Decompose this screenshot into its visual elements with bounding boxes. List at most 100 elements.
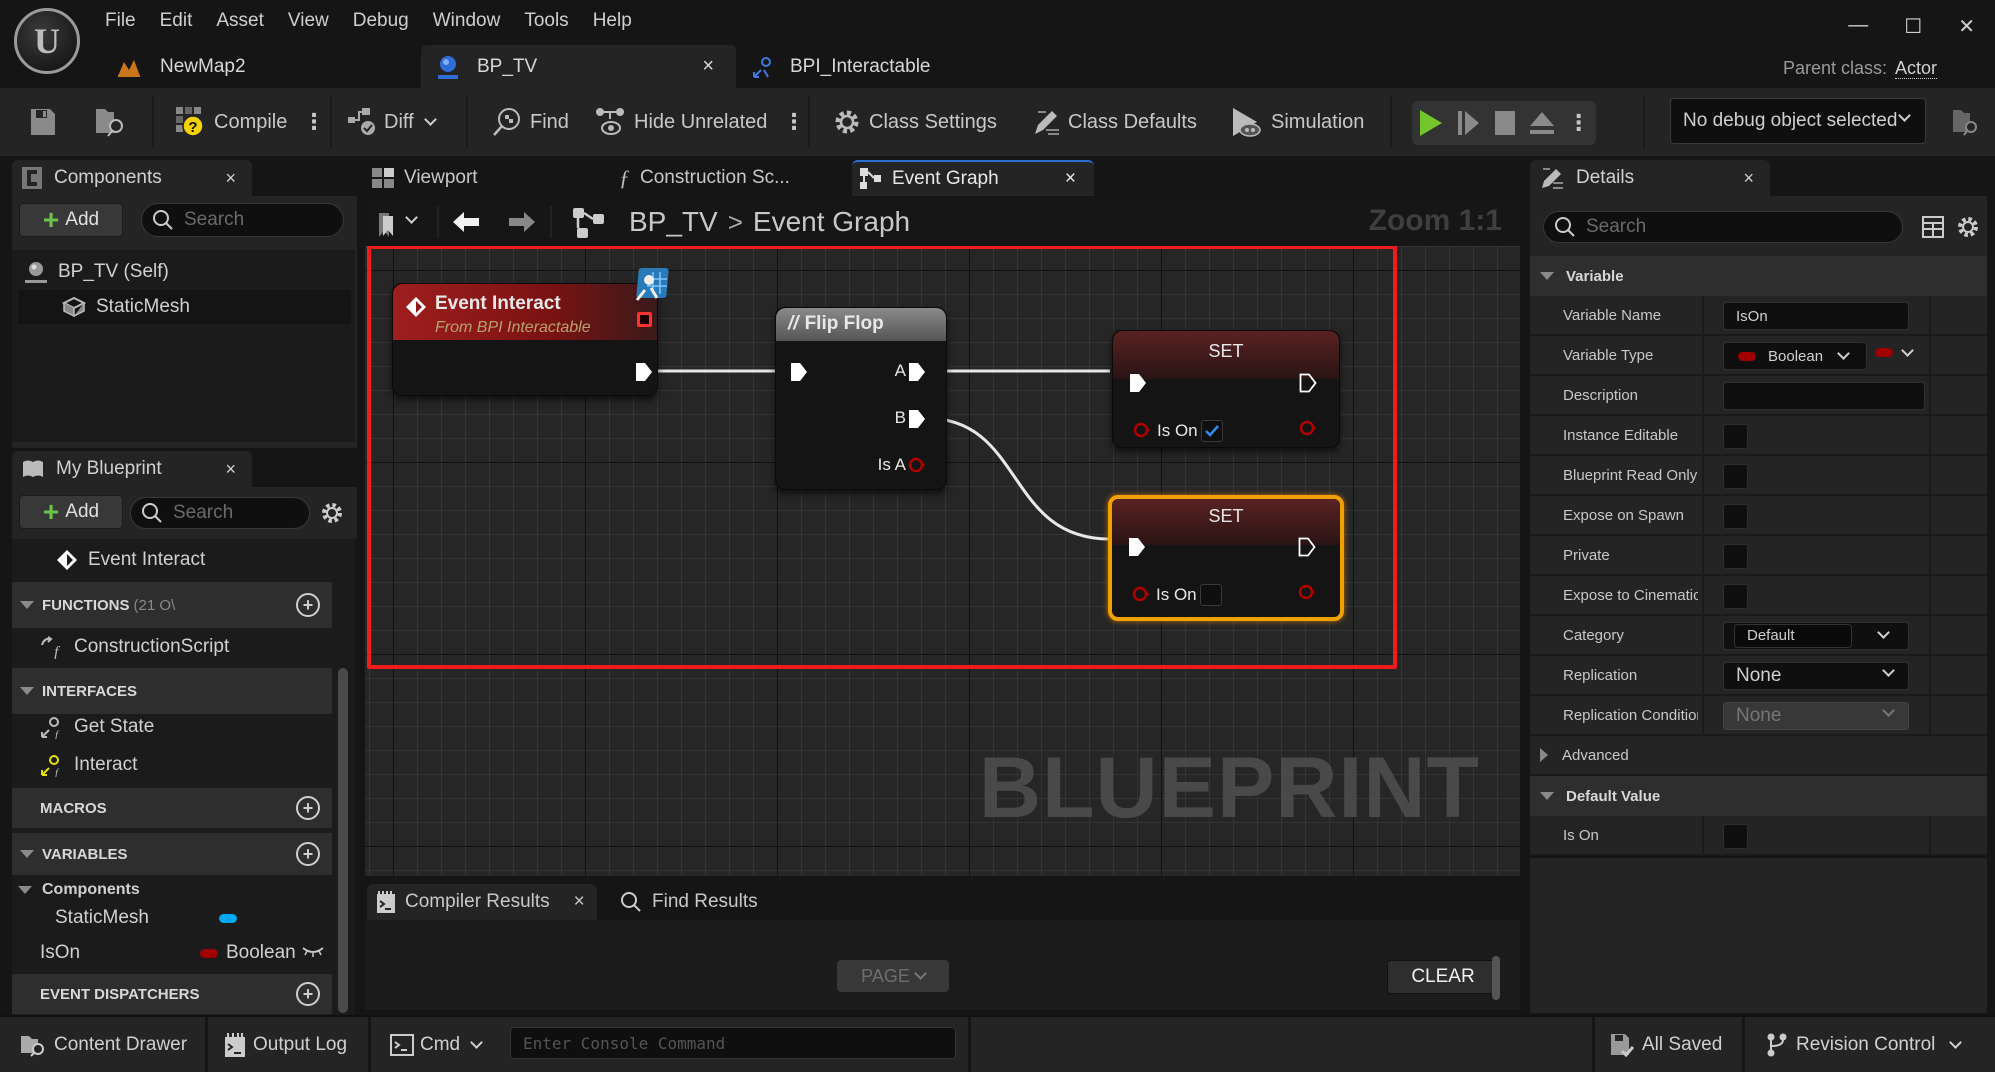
debug-object-select[interactable]: No debug object selected — [1670, 98, 1926, 144]
compiler-scrollbar[interactable] — [1492, 956, 1500, 1000]
interfaces-section[interactable]: INTERFACES — [12, 668, 332, 714]
compile-button[interactable]: ? Compile — [176, 88, 287, 156]
breadcrumb-root[interactable]: BP_TV — [629, 206, 718, 238]
clear-button[interactable]: CLEAR — [1387, 960, 1499, 994]
add-member-button[interactable]: + Add — [19, 495, 123, 529]
menu-edit[interactable]: Edit — [160, 10, 211, 32]
event-interact-item[interactable]: Event Interact — [56, 545, 205, 575]
add-event-dispatcher-button[interactable]: + — [296, 982, 320, 1006]
eject-icon[interactable] — [1529, 111, 1555, 135]
variable-type-select[interactable]: Boolean — [1723, 342, 1867, 370]
simulation-button[interactable]: Simulation — [1231, 88, 1364, 156]
my-blueprint-tab[interactable]: My Blueprint × — [12, 451, 252, 487]
doc-tab-bp-tv[interactable]: BP_TV × — [421, 45, 736, 88]
add-variable-button[interactable]: + — [296, 842, 320, 866]
components-search-input[interactable]: Search — [141, 203, 344, 237]
diff-button[interactable]: Diff — [348, 88, 437, 156]
interface-item-interact[interactable]: f Interact — [40, 750, 137, 780]
page-dropdown[interactable]: PAGE — [837, 960, 949, 992]
add-component-button[interactable]: + Add — [19, 203, 123, 237]
tab-compiler-results[interactable]: Compiler Results × — [367, 884, 597, 920]
stop-icon[interactable] — [1494, 110, 1516, 136]
back-arrow-icon[interactable] — [451, 210, 481, 234]
eye-closed-icon[interactable] — [302, 946, 324, 958]
find-button[interactable]: Find — [492, 88, 569, 156]
expose-on-spawn-checkbox[interactable] — [1723, 504, 1748, 529]
component-item-self[interactable]: BP_TV (Self) — [24, 258, 169, 286]
category-input[interactable]: Default — [1734, 624, 1852, 648]
category-combobox[interactable]: Default — [1723, 622, 1909, 650]
unreal-logo-icon[interactable]: U — [14, 8, 80, 74]
find-debug-object-button[interactable] — [1952, 88, 1978, 156]
maximize-button[interactable]: ☐ — [1904, 14, 1922, 39]
chevron-down-icon[interactable] — [405, 211, 418, 224]
private-checkbox[interactable] — [1723, 544, 1748, 569]
tab-find-results[interactable]: Find Results — [610, 884, 768, 920]
revision-control-dropdown[interactable]: Revision Control — [1766, 1017, 1963, 1072]
play-icon[interactable] — [1418, 109, 1444, 137]
settings-gear-icon[interactable] — [320, 501, 344, 525]
menu-view[interactable]: View — [288, 10, 347, 32]
forward-arrow-icon[interactable] — [507, 210, 537, 234]
cmd-dropdown[interactable]: Cmd — [390, 1017, 483, 1072]
save-button[interactable] — [30, 88, 56, 156]
variable-item-staticmesh[interactable]: StaticMesh — [55, 903, 345, 933]
default-is-on-checkbox[interactable] — [1723, 824, 1748, 849]
menu-tools[interactable]: Tools — [524, 10, 586, 32]
blueprint-read-only-checkbox[interactable] — [1723, 464, 1748, 489]
add-macro-button[interactable]: + — [296, 796, 320, 820]
menu-file[interactable]: File — [105, 10, 154, 32]
variable-section[interactable]: Variable — [1530, 256, 1987, 296]
doc-tab-newmap2[interactable]: NewMap2 — [110, 45, 410, 88]
close-panel-icon[interactable]: × — [225, 168, 236, 189]
close-panel-icon[interactable]: × — [225, 459, 236, 480]
my-blueprint-search-input[interactable]: Search — [130, 497, 310, 529]
variable-group-components[interactable]: Components — [18, 877, 140, 903]
function-item[interactable]: f ConstructionScript — [40, 632, 229, 662]
close-tab-icon[interactable]: × — [574, 891, 585, 913]
my-blueprint-scrollbar[interactable] — [338, 668, 348, 1013]
class-defaults-button[interactable]: Class Defaults — [1032, 88, 1197, 156]
details-search-input[interactable]: Search — [1543, 211, 1903, 243]
interface-item-get-state[interactable]: f Get State — [40, 712, 154, 742]
all-saved-button[interactable]: All Saved — [1610, 1017, 1722, 1072]
close-tab-icon[interactable]: × — [1065, 168, 1076, 190]
macros-section[interactable]: MACROS + — [12, 788, 332, 828]
class-settings-button[interactable]: Class Settings — [833, 88, 997, 156]
close-window-button[interactable]: ✕ — [1958, 14, 1975, 39]
variable-name-input[interactable]: IsOn — [1723, 302, 1909, 330]
hide-unrelated-options-button[interactable]: ⋮ — [783, 88, 805, 156]
variables-section[interactable]: VARIABLES + — [12, 833, 332, 875]
components-tab[interactable]: Components × — [12, 160, 252, 196]
details-tab[interactable]: Details × — [1530, 160, 1770, 196]
output-log-button[interactable]: Output Log — [225, 1017, 347, 1072]
variable-item-ison[interactable]: IsOn Boolean — [40, 938, 340, 968]
settings-gear-icon[interactable] — [1956, 215, 1980, 239]
tab-construction-script[interactable]: ƒ Construction Sc... — [615, 160, 830, 196]
table-view-icon[interactable] — [1922, 216, 1944, 238]
menu-asset[interactable]: Asset — [216, 10, 282, 32]
close-tab-icon[interactable]: × — [702, 55, 714, 78]
advance-frame-icon[interactable] — [1457, 110, 1481, 136]
console-command-input[interactable]: Enter Console Command — [510, 1027, 956, 1059]
bookmark-icon[interactable] — [377, 212, 397, 238]
container-type-select[interactable] — [1875, 343, 1914, 357]
parent-class-link[interactable]: Actor — [1894, 58, 1937, 79]
hide-unrelated-button[interactable]: Hide Unrelated — [596, 88, 767, 156]
doc-tab-bpi-interactable[interactable]: BPI_Interactable — [752, 45, 1032, 88]
menu-help[interactable]: Help — [593, 10, 650, 32]
compile-options-button[interactable]: ⋮ — [303, 88, 325, 156]
expose-to-cinematics-checkbox[interactable] — [1723, 584, 1748, 609]
browse-button[interactable] — [94, 88, 126, 156]
tab-event-graph[interactable]: Event Graph × — [852, 160, 1094, 196]
play-options-button[interactable]: ⋮ — [1568, 110, 1590, 136]
menu-window[interactable]: Window — [433, 10, 519, 32]
menu-debug[interactable]: Debug — [353, 10, 427, 32]
close-panel-icon[interactable]: × — [1743, 168, 1754, 189]
event-dispatchers-section[interactable]: EVENT DISPATCHERS + — [12, 974, 332, 1014]
component-item-staticmesh[interactable]: StaticMesh — [18, 290, 351, 324]
replication-select[interactable]: None — [1723, 662, 1909, 690]
advanced-row[interactable]: Advanced — [1530, 736, 1987, 776]
instance-editable-checkbox[interactable] — [1723, 424, 1748, 449]
description-input[interactable] — [1723, 382, 1925, 410]
